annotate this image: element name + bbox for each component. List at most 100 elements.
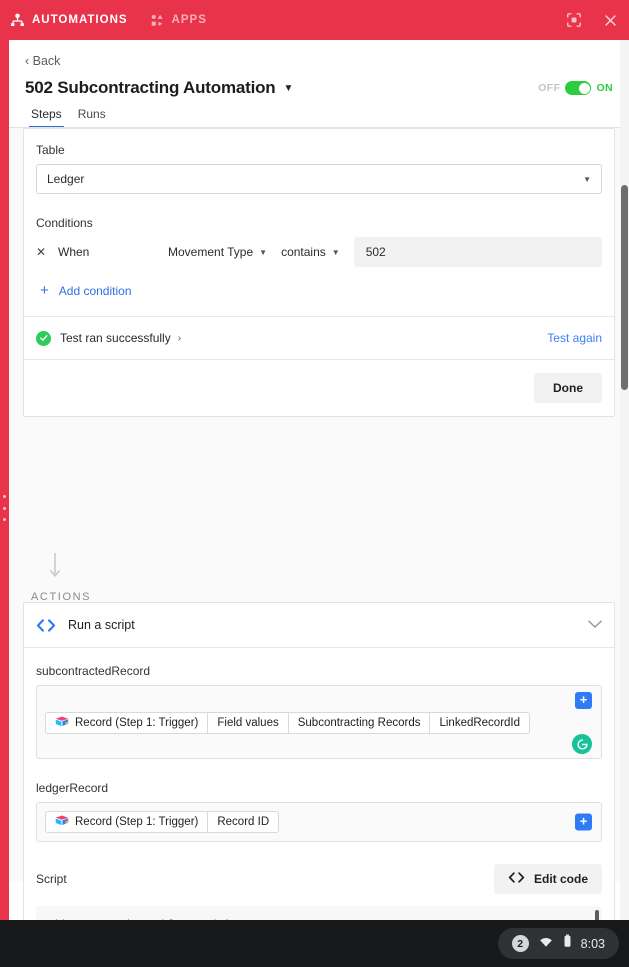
drag-handle[interactable] — [1, 495, 8, 521]
plus-icon: + — [40, 282, 49, 299]
action-card-header[interactable]: Run a script — [24, 603, 614, 647]
variable-value-box[interactable]: + — [36, 685, 602, 759]
table-select[interactable]: Ledger ▼ — [36, 164, 602, 194]
toggle-on-label: ON — [596, 82, 613, 94]
token-chip[interactable]: Subcontracting Records — [287, 712, 430, 734]
automation-enable-toggle[interactable] — [565, 81, 592, 95]
token-chip[interactable]: LinkedRecordId — [429, 712, 531, 734]
add-condition-label: Add condition — [58, 283, 132, 298]
check-circle-icon — [36, 330, 51, 346]
condition-operator-select[interactable]: contains ▼ — [281, 245, 340, 259]
window-controls — [563, 0, 621, 40]
test-status-text: Test ran successfully — [60, 331, 171, 345]
action-card-body: subcontractedRecord + Record (Step 1: Tr… — [24, 648, 614, 920]
title-row: 502 Subcontracting Automation ▼ OFF ON — [9, 70, 629, 98]
script-code-preview[interactable]: //sets up the tables and input varlet su… — [36, 906, 602, 920]
automations-hierarchy-icon — [10, 13, 25, 28]
airtable-record-icon — [55, 815, 69, 829]
edit-code-button[interactable]: Edit code — [493, 864, 602, 894]
wifi-icon — [538, 935, 554, 953]
token-chip-label: LinkedRecordId — [439, 717, 521, 729]
remove-condition-icon[interactable]: ✕ — [36, 245, 58, 259]
token-chip-label: Field values — [217, 717, 279, 729]
fullscreen-icon[interactable] — [563, 9, 585, 31]
chevron-down-icon[interactable] — [588, 616, 602, 634]
add-condition-button[interactable]: + Add condition — [36, 267, 602, 316]
table-field-label: Table — [36, 143, 65, 157]
variable-name-label: ledgerRecord — [36, 781, 109, 795]
done-row: Done — [24, 360, 614, 416]
table-select-value: Ledger — [47, 172, 85, 186]
variable-name-label: subcontractedRecord — [36, 664, 151, 678]
token-chip-group: Record (Step 1: Trigger) Field values Su… — [45, 712, 593, 734]
automation-enable-toggle-group: OFF ON — [538, 81, 613, 95]
grammarly-refresh-icon[interactable] — [572, 734, 592, 754]
trigger-card: Table Ledger ▼ Conditions ✕ When Movemen… — [23, 128, 615, 417]
chevron-down-icon: ▼ — [331, 247, 340, 257]
token-chip-label: Record (Step 1: Trigger) — [75, 717, 199, 729]
edit-code-label: Edit code — [533, 872, 588, 886]
system-shelf: 2 8:03 — [0, 920, 629, 967]
plus-icon[interactable]: + — [575, 813, 592, 831]
tab-bar: Steps Runs — [9, 98, 629, 128]
automations-nav-item[interactable]: AUTOMATIONS — [10, 13, 128, 28]
apps-grid-icon — [150, 13, 165, 28]
script-row: Script Edit code — [36, 864, 602, 894]
script-label: Script — [36, 872, 67, 886]
code-brackets-icon — [36, 618, 56, 632]
test-status-expand-icon[interactable]: › — [178, 333, 181, 344]
action-title: Run a script — [68, 618, 135, 632]
tab-runs[interactable]: Runs — [78, 107, 106, 128]
tab-steps-label: Steps — [31, 107, 62, 121]
token-chip[interactable]: Record (Step 1: Trigger) — [45, 712, 208, 734]
page-title: 502 Subcontracting Automation — [25, 78, 276, 97]
code-scrollbar[interactable] — [595, 910, 599, 920]
apps-label: APPS — [171, 14, 207, 26]
close-icon[interactable] — [599, 9, 621, 31]
condition-value-input[interactable]: 502 — [353, 237, 602, 267]
app-window: AUTOMATIONS APPS ‹ Back 502 Subcontracti… — [0, 0, 629, 967]
automations-label: AUTOMATIONS — [32, 14, 128, 26]
apps-nav-item[interactable]: APPS — [150, 13, 207, 28]
token-chip[interactable]: Record (Step 1: Trigger) — [45, 811, 208, 833]
test-again-button[interactable]: Test again — [547, 331, 602, 345]
plus-icon[interactable]: + — [575, 692, 592, 709]
tab-runs-label: Runs — [77, 107, 106, 121]
tab-steps[interactable]: Steps — [29, 107, 64, 128]
token-chip[interactable]: Record ID — [207, 811, 280, 833]
clock: 8:03 — [580, 936, 605, 951]
steps-scroll-area[interactable]: Table Ledger ▼ Conditions ✕ When Movemen… — [9, 128, 629, 920]
variable-value-box[interactable]: + — [36, 802, 602, 842]
left-red-rail — [0, 40, 9, 920]
notification-count-badge: 2 — [511, 935, 529, 952]
condition-field-select[interactable]: Movement Type ▼ — [168, 245, 267, 259]
token-chip-label: Record (Step 1: Trigger) — [75, 816, 199, 828]
back-row: ‹ Back — [9, 40, 629, 70]
test-status-row: Test ran successfully › Test again — [24, 317, 614, 359]
done-button[interactable]: Done — [534, 373, 602, 403]
condition-field-value: Movement Type — [168, 245, 254, 259]
back-link[interactable]: ‹ Back — [25, 54, 60, 68]
page-scrollbar[interactable] — [620, 40, 629, 920]
condition-when-label: When — [58, 245, 90, 259]
condition-operator-value: contains — [281, 245, 326, 259]
condition-row: ✕ When Movement Type ▼ contains ▼ 502 — [36, 237, 602, 267]
token-chip-label: Subcontracting Records — [297, 717, 421, 729]
app-title-bar: AUTOMATIONS APPS — [0, 0, 629, 40]
system-status-tray[interactable]: 2 8:03 — [497, 928, 619, 959]
token-chip[interactable]: Field values — [207, 712, 288, 734]
flow-arrow-icon — [50, 553, 60, 578]
page-scrollbar-thumb[interactable] — [621, 185, 628, 390]
title-dropdown-caret-icon[interactable]: ▼ — [283, 83, 293, 94]
battery-icon — [563, 934, 572, 953]
token-chip-label: Record ID — [217, 816, 270, 828]
toggle-off-label: OFF — [538, 82, 561, 94]
conditions-label: Conditions — [36, 216, 93, 230]
code-brackets-icon — [508, 872, 525, 886]
automation-panel: ‹ Back 502 Subcontracting Automation ▼ O… — [9, 40, 629, 920]
token-chip-group: Record (Step 1: Trigger) Record ID — [45, 811, 593, 833]
airtable-record-icon — [55, 716, 69, 730]
action-card: Run a script subcontractedRecord + Recor… — [23, 602, 615, 920]
chevron-down-icon: ▼ — [259, 247, 268, 257]
trigger-card-body: Table Ledger ▼ Conditions ✕ When Movemen… — [24, 129, 614, 316]
